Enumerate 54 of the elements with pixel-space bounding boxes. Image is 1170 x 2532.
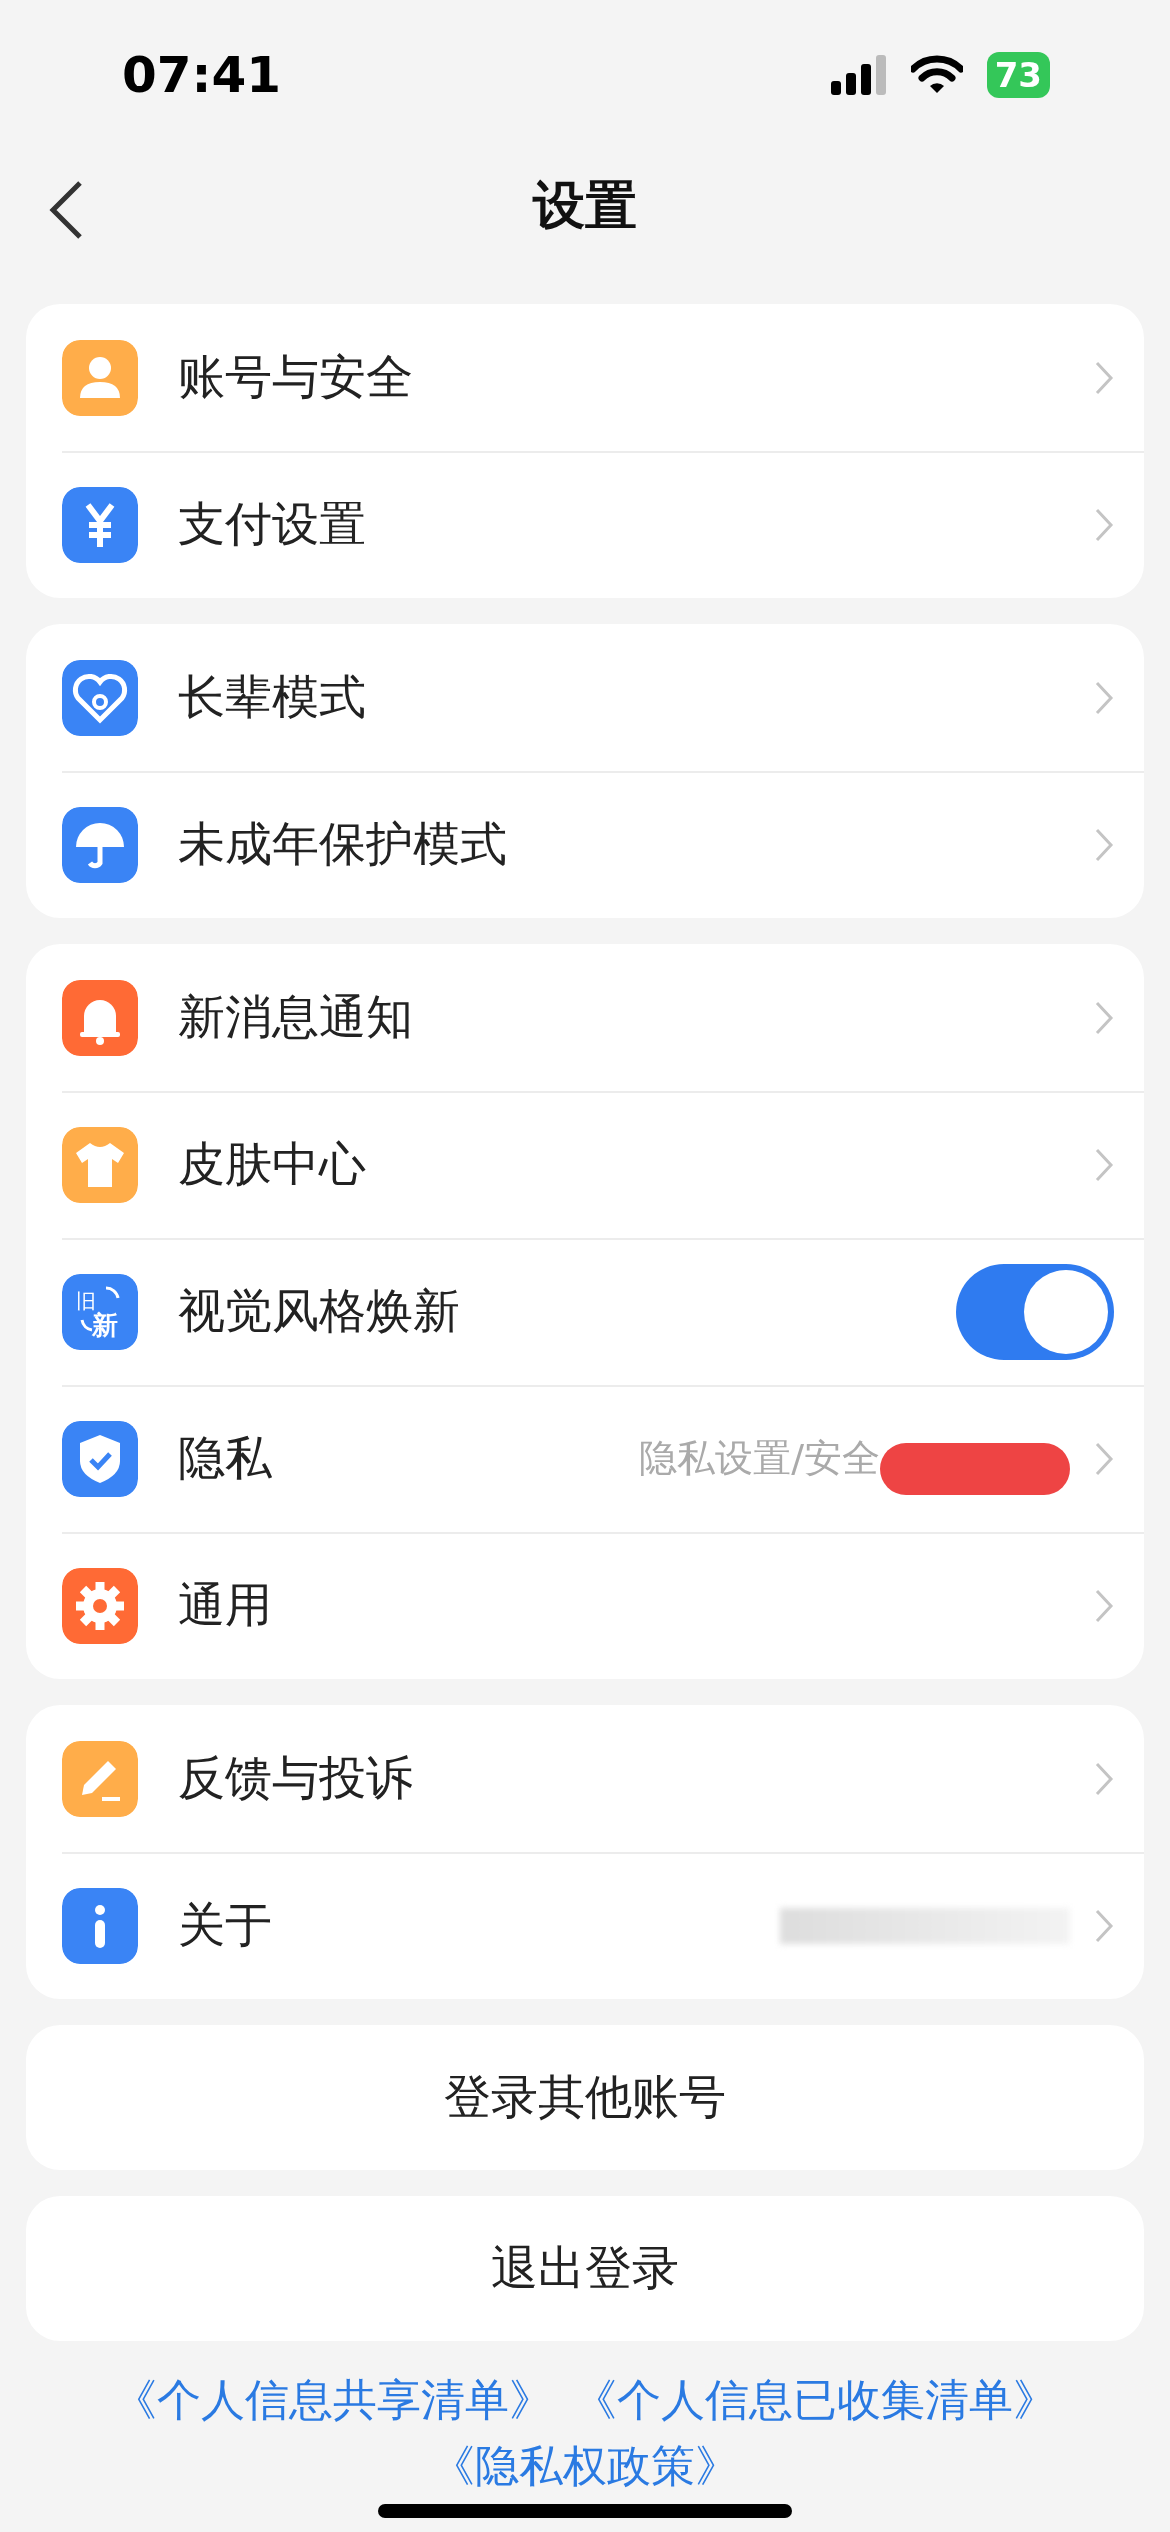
pen-icon [62, 1740, 138, 1817]
row-label: 未成年保护模式 [178, 815, 507, 874]
settings-row[interactable]: 支付设置 [26, 451, 1144, 598]
settings-row[interactable]: 皮肤中心 [26, 1091, 1144, 1238]
settings-row[interactable]: 关于 [26, 1852, 1144, 1999]
row-label: 皮肤中心 [178, 1135, 366, 1194]
chevron-icon [1094, 679, 1114, 716]
chevron-icon [1094, 1907, 1114, 1944]
action-button[interactable]: 登录其他账号 [26, 2025, 1144, 2170]
row-label: 关于 [178, 1896, 272, 1955]
chevron-icon [1094, 1440, 1114, 1477]
chevron-icon [1094, 826, 1114, 863]
info-icon [62, 1887, 138, 1964]
page-title: 设置 [533, 174, 637, 237]
row-label: 反馈与投诉 [178, 1749, 413, 1808]
settings-row[interactable]: 长辈模式 [26, 624, 1144, 771]
shirt-icon [62, 1126, 138, 1203]
row-label: 新消息通知 [178, 988, 413, 1047]
row-label: 账号与安全 [178, 348, 413, 407]
row-label: 通用 [178, 1576, 272, 1635]
chevron-icon [1094, 1760, 1114, 1797]
settings-row[interactable]: 未成年保护模式 [26, 771, 1144, 918]
back-icon[interactable] [48, 180, 84, 240]
settings-row[interactable]: 账号与安全 [26, 304, 1144, 451]
signal-icon [830, 55, 887, 95]
person-icon [62, 339, 138, 416]
umbrella-icon [62, 806, 138, 883]
row-label: 长辈模式 [178, 668, 366, 727]
policy-link[interactable]: 《个人信息共享清单》 [113, 2367, 553, 2433]
policy-link[interactable]: 《个人信息已收集清单》 [573, 2367, 1057, 2433]
refresh-icon: 旧 新 [62, 1273, 138, 1350]
chevron-icon [1094, 506, 1114, 543]
chevron-icon [1094, 1146, 1114, 1183]
settings-row[interactable]: 通用 [26, 1532, 1144, 1679]
settings-row[interactable]: 旧 新 视觉风格焕新 [26, 1238, 1144, 1385]
status-time: 07:41 [122, 44, 282, 106]
wifi-icon [910, 55, 963, 95]
row-label: 视觉风格焕新 [178, 1282, 460, 1341]
action-button[interactable]: 退出登录 [26, 2196, 1144, 2341]
row-label: 隐私 [178, 1429, 272, 1488]
battery-level: 73 [986, 52, 1050, 98]
row-value: 隐私设置/安全 [639, 1435, 880, 1482]
chevron-icon [1094, 999, 1114, 1036]
bell-icon [62, 979, 138, 1056]
settings-row[interactable]: 新消息通知 [26, 944, 1144, 1091]
chevron-icon [1094, 359, 1114, 396]
policy-link[interactable]: 《隐私权政策》 [431, 2433, 739, 2499]
gear-icon [62, 1567, 138, 1644]
chevron-icon [1094, 1587, 1114, 1624]
settings-row[interactable]: 反馈与投诉 [26, 1705, 1144, 1852]
row-label: 支付设置 [178, 495, 366, 554]
yen-icon [62, 486, 138, 563]
shield-icon [62, 1420, 138, 1497]
settings-row[interactable]: 隐私 隐私设置/安全 [26, 1385, 1144, 1532]
